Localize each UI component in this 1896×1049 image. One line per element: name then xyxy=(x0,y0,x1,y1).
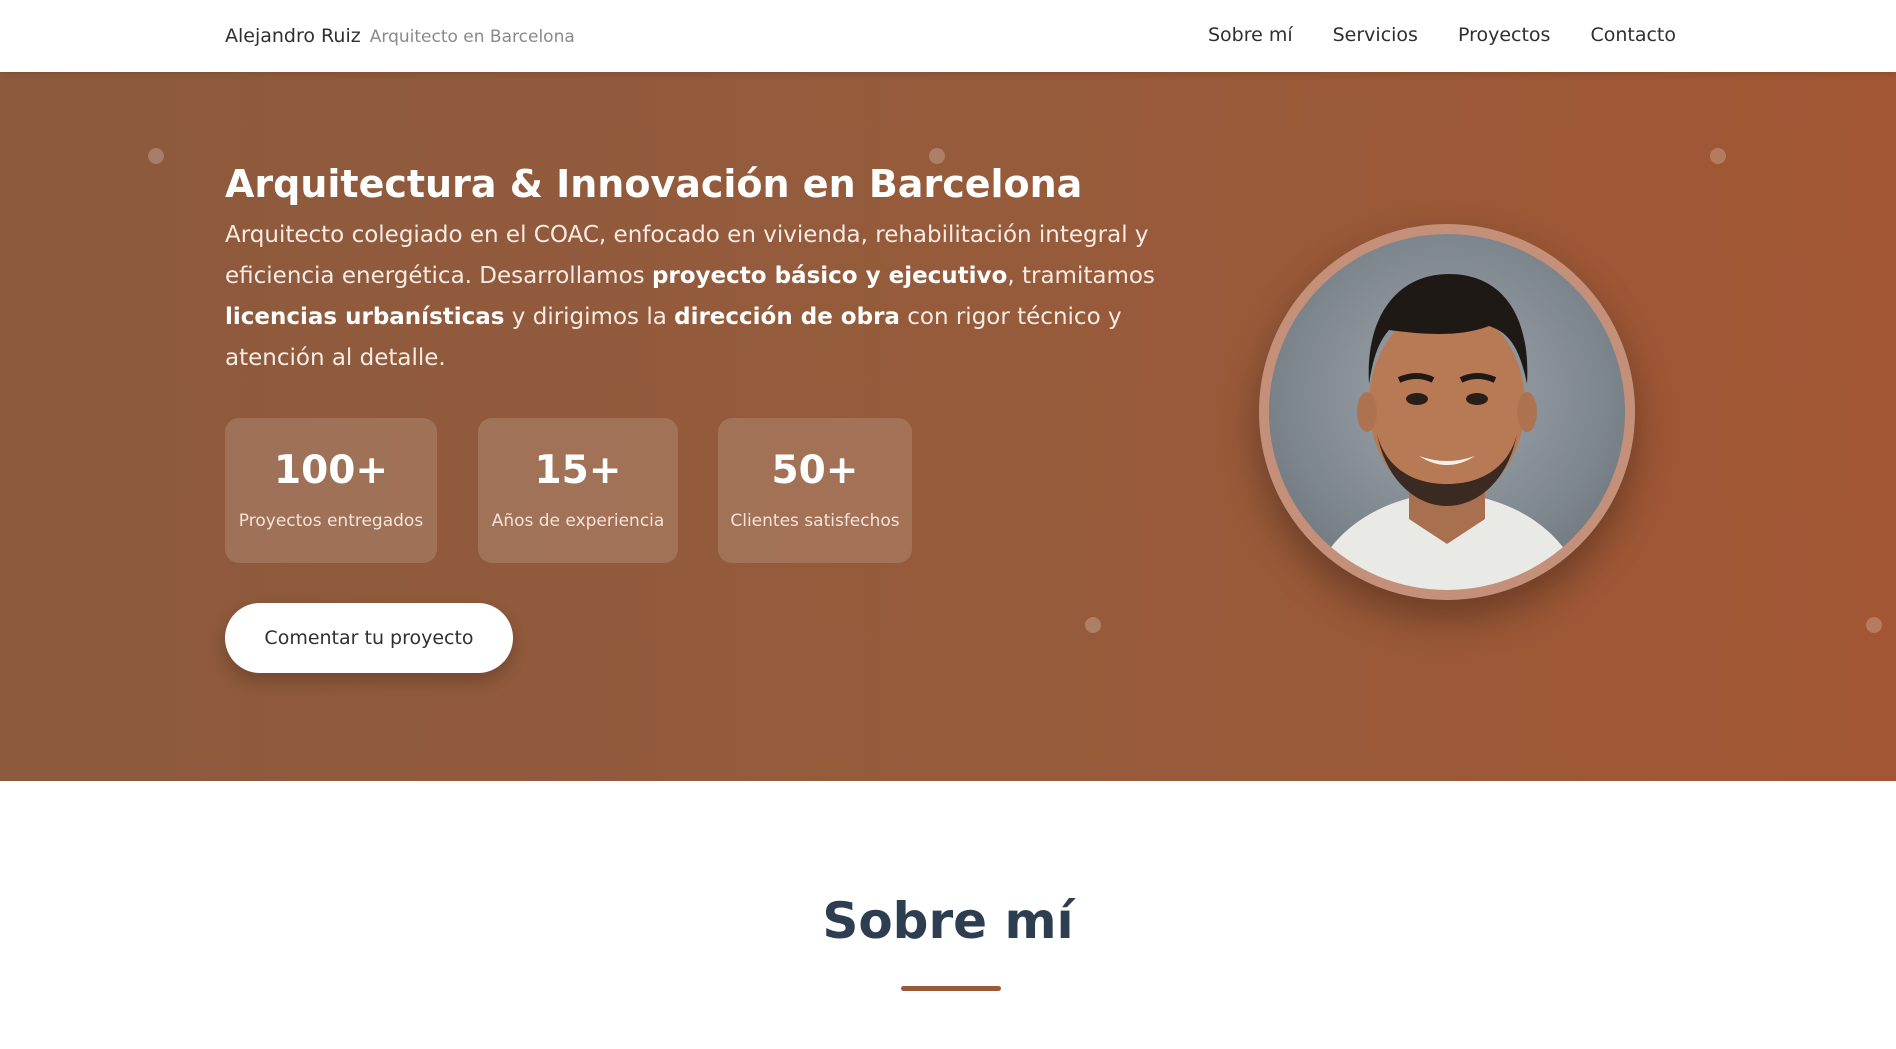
hero-description: Arquitecto colegiado en el COAC, enfocad… xyxy=(225,215,1155,379)
brand-logo[interactable]: Alejandro Ruiz Arquitecto en Barcelona xyxy=(225,25,575,47)
hero-section: Arquitectura & Innovación en Barcelona A… xyxy=(0,72,1896,781)
stat-value: 100+ xyxy=(273,448,389,493)
nav-link-proyectos[interactable]: Proyectos xyxy=(1458,24,1551,46)
stat-label: Proyectos entregados xyxy=(238,511,424,531)
stat-card-experience: 15+ Años de experiencia xyxy=(478,418,678,563)
nav-link-servicios[interactable]: Servicios xyxy=(1333,24,1418,46)
section-title-about: Sobre mí xyxy=(822,892,1074,950)
brand-subtitle: Arquitecto en Barcelona xyxy=(369,27,575,47)
profile-photo xyxy=(1259,224,1635,600)
stat-label: Años de experiencia xyxy=(491,511,665,531)
hero-desc-highlight: proyecto básico y ejecutivo xyxy=(651,263,1008,289)
top-navbar: Alejandro Ruiz Arquitecto en Barcelona S… xyxy=(0,0,1896,72)
hero-title: Arquitectura & Innovación en Barcelona xyxy=(225,162,1083,206)
decorative-dot xyxy=(1710,148,1726,164)
portrait-illustration xyxy=(1309,274,1585,590)
decorative-dot xyxy=(1085,617,1101,633)
brand-name: Alejandro Ruiz xyxy=(225,25,361,47)
section-title-underline xyxy=(901,986,1001,991)
nav-link-sobre-mi[interactable]: Sobre mí xyxy=(1208,24,1293,46)
hero-desc-text: y dirigimos la xyxy=(504,304,675,330)
hero-desc-highlight: licencias urbanísticas xyxy=(225,304,505,330)
decorative-dot xyxy=(1866,617,1882,633)
decorative-dot xyxy=(148,148,164,164)
stat-value: 50+ xyxy=(771,448,859,493)
cta-button[interactable]: Comentar tu proyecto xyxy=(225,603,513,673)
main-nav: Sobre mí Servicios Proyectos Contacto xyxy=(1208,24,1676,46)
hero-desc-highlight: dirección de obra xyxy=(674,304,900,330)
hero-desc-text: , tramitamos xyxy=(1007,263,1155,289)
stat-card-clients: 50+ Clientes satisfechos xyxy=(718,418,912,563)
stat-value: 15+ xyxy=(534,448,622,493)
stat-card-projects: 100+ Proyectos entregados xyxy=(225,418,437,563)
nav-link-contacto[interactable]: Contacto xyxy=(1590,24,1676,46)
stat-label: Clientes satisfechos xyxy=(730,511,900,531)
